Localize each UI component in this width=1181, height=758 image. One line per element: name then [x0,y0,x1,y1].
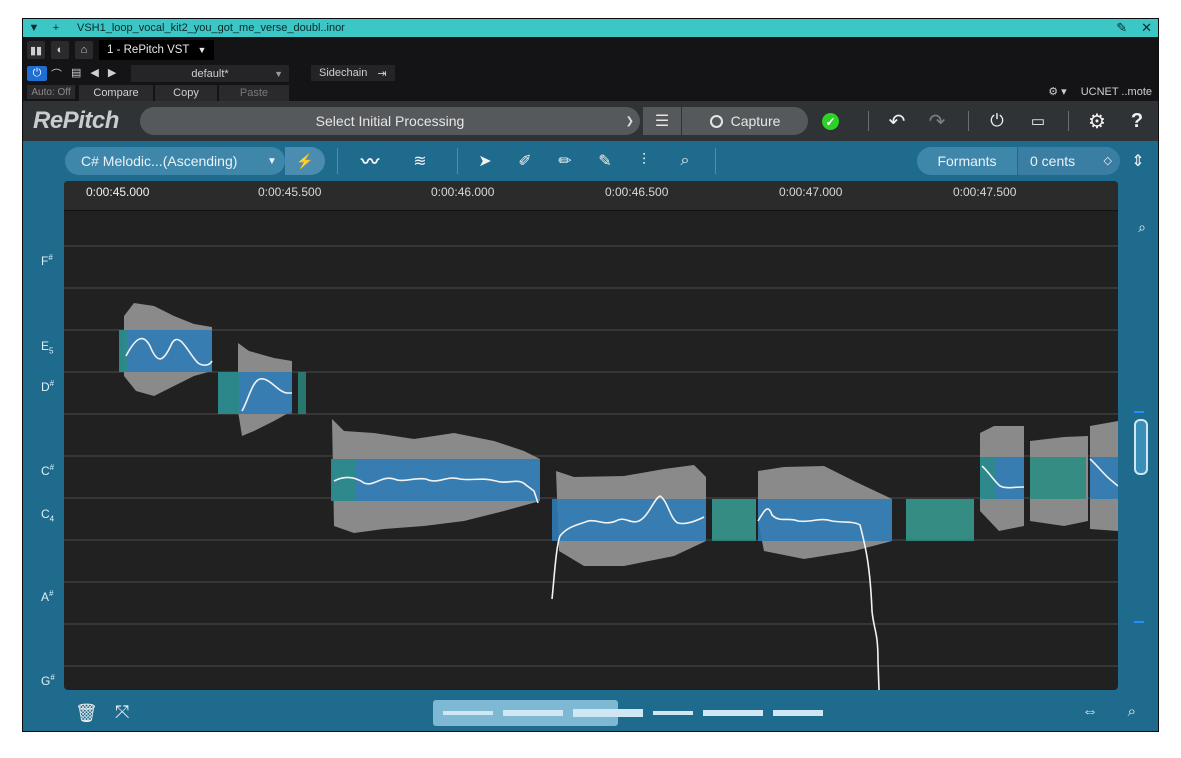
preset-nav: ⌒ ▤ ◀ ▶ [51,66,116,82]
vertical-zoom-icon[interactable]: ⇕ [1125,151,1151,171]
copy-button[interactable]: Copy [155,85,217,101]
gear-icon[interactable]: ⚙ [1085,109,1109,133]
prev-preset-icon[interactable]: ◀ [90,66,98,82]
scale-snap-button[interactable]: ⚡ [285,147,325,175]
scale-label: C# Melodic...(Ascending) [81,153,238,169]
record-icon [709,114,723,128]
divider [1068,111,1069,131]
status-ok-icon: ✓ [822,113,839,130]
vertical-zoom-control[interactable]: ⌕ [1138,219,1146,236]
vertical-scrollbar[interactable] [1134,419,1148,475]
repitch-header: RePitch Select Initial Processing ❯ ☰ Ca… [23,101,1158,141]
help-icon[interactable]: ? [1125,109,1149,133]
chevron-down-icon: ▼ [197,45,207,55]
formants-button[interactable]: Formants [917,147,1017,175]
tool-bar: C# Melodic...(Ascending) ▼ ⚡ 〰 ≋ ➤ ✐ ✏ ✎… [23,141,1158,181]
split-note-icon[interactable]: ⤧ [115,702,129,723]
note-label-csharp: C# [41,463,55,478]
bottom-bar: 🗑 ⤧ ⇔ ⌕ [23,693,1158,731]
capture-label: Capture [730,113,781,129]
sidechain-input-icon: ⇥ [377,67,387,80]
divider [968,111,969,131]
note-blobs-layer [64,245,1118,690]
redo-icon[interactable]: ↷ [925,109,949,133]
window-titlebar: ▼ + VSH1_loop_vocal_kit2_you_got_me_vers… [23,19,1158,37]
zoom-tool-icon[interactable]: ⌕ [675,151,695,171]
split-tool-icon[interactable]: ⫶ [633,151,655,171]
pitch-editor-canvas[interactable]: 0:00:45.000 0:00:45.500 0:00:46.000 0:00… [64,181,1118,690]
auto-off-button[interactable]: Auto: Off [27,85,75,99]
rack-icon[interactable]: ▮▮ [27,41,45,59]
remote-label[interactable]: UCNET ..mote [1081,86,1152,98]
stepper-icon[interactable]: ◇ [1104,156,1112,167]
cents-value: 0 cents [1030,153,1076,169]
bypass-power-icon[interactable]: ⏻ [27,66,47,81]
capture-button[interactable]: Capture [682,107,808,135]
window-title: VSH1_loop_vocal_kit2_you_got_me_verse_do… [77,22,345,34]
chevron-down-icon: ❯ [625,115,634,127]
trash-icon[interactable]: 🗑 [75,703,98,724]
sliders-icon: ☰ [654,113,670,130]
repitch-plugin: RePitch Select Initial Processing ❯ ☰ Ca… [23,101,1158,731]
horizontal-zoom-icon[interactable]: ⌕ [1128,703,1136,720]
divider [868,111,869,131]
horizontal-zoom-fit-icon[interactable]: ⇔ [1082,703,1098,721]
scroll-marker [1134,411,1144,413]
scroll-marker [1134,621,1144,623]
monitor-icon[interactable]: ⌒ [51,66,62,82]
pitch-curve-view-icon[interactable]: 〰 [356,151,384,172]
note-label-fsharp: F# [41,253,53,268]
snap-off-icon: ⚡ [296,152,314,169]
preset-label: default* [191,67,229,80]
power-icon[interactable]: ⏻ [985,109,1009,133]
brush-tool-icon[interactable]: ✐ [515,151,535,171]
gear-icon[interactable]: ⚙ ▾ [1048,85,1066,98]
repitch-logo: RePitch [33,107,119,134]
undo-icon[interactable]: ↶ [885,109,909,133]
processing-label: Select Initial Processing [315,113,465,129]
host-bar: ▮▮ ◐ ⌂ 1 - RePitch VST ▼ ⏻ ⌒ ▤ ◀ ▶ defau… [23,37,1158,101]
line-tool-icon[interactable]: ✎ [595,151,615,171]
divider [457,148,458,174]
sidechain-button[interactable]: Sidechain ⇥ [311,65,395,81]
pin-icon[interactable]: ✎ [1116,19,1127,37]
compare-button[interactable]: Compare [79,85,153,101]
chevron-down-icon: ▼ [274,68,283,79]
formants-label: Formants [937,153,997,169]
note-label-dsharp: D# [41,379,55,394]
processing-settings-button[interactable]: ☰ [643,107,681,135]
next-preset-icon[interactable]: ▶ [108,66,116,82]
preset-select[interactable]: default* ▼ [131,65,289,82]
note-label-asharp: A# [41,589,54,604]
pencil-tool-icon[interactable]: ✏ [555,151,575,171]
lock-display-icon[interactable]: ▭ [1025,109,1051,133]
scale-select[interactable]: C# Melodic...(Ascending) ▼ [65,147,285,175]
divider [337,148,338,174]
instance-select[interactable]: 1 - RePitch VST ▼ [99,40,215,60]
overview-waveform [443,709,823,717]
meter-icon[interactable]: ◐ [51,41,69,59]
pointer-tool-icon[interactable]: ➤ [475,151,495,171]
plugin-window: ▼ + VSH1_loop_vocal_kit2_you_got_me_vers… [22,18,1159,732]
waveform-view-icon[interactable]: ≋ [405,151,435,171]
pitch-grid [64,245,1118,667]
note-label-gsharp: G# [41,673,55,688]
close-icon[interactable]: ✕ [1141,19,1152,37]
sidechain-label: Sidechain [319,67,368,79]
processing-select[interactable]: Select Initial Processing ❯ [140,107,640,135]
preset-file-icon[interactable]: ▤ [71,66,81,82]
formant-cents-field[interactable]: 0 cents ◇ [1018,147,1120,175]
collapse-icon[interactable]: ▼ [23,22,45,34]
routing-icon[interactable]: ⌂ [75,41,93,59]
note-label-c4: C4 [41,507,55,524]
chevron-down-icon: ▼ [267,155,277,167]
note-label-e5: E5 [41,339,54,356]
instance-label: 1 - RePitch VST [107,44,190,56]
paste-button[interactable]: Paste [219,85,289,101]
add-icon[interactable]: + [45,22,67,34]
divider [715,148,716,174]
